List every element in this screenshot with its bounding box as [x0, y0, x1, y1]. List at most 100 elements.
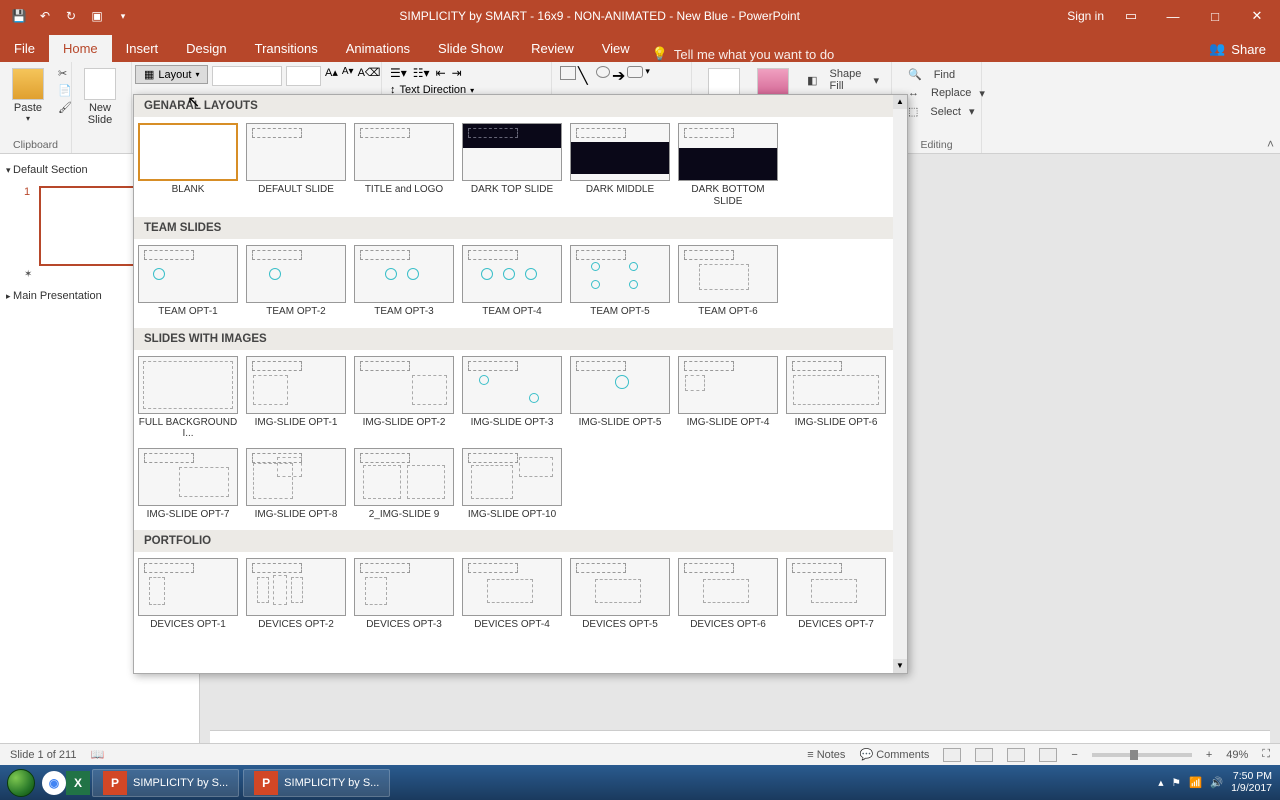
layout-dark-bottom[interactable]: DARK BOTTOM SLIDE — [678, 123, 778, 207]
layout-title-logo[interactable]: TITLE and LOGO — [354, 123, 454, 207]
layout-img-10[interactable]: IMG-SLIDE OPT-10 — [462, 448, 562, 521]
layout-devices-5[interactable]: DEVICES OPT-5 — [570, 558, 670, 631]
shapes-more-icon[interactable]: ▾ — [645, 66, 650, 77]
layout-team-2[interactable]: TEAM OPT-2 — [246, 245, 346, 318]
layout-img-9[interactable]: 2_IMG-SLIDE 9 — [354, 448, 454, 521]
redo-icon[interactable]: ↻ — [62, 9, 80, 23]
shape-oval-icon[interactable] — [596, 66, 610, 78]
layout-dark-top[interactable]: DARK TOP SLIDE — [462, 123, 562, 207]
layout-devices-2[interactable]: DEVICES OPT-2 — [246, 558, 346, 631]
taskbar-clock[interactable]: 7:50 PM 1/9/2017 — [1231, 771, 1272, 794]
layout-img-4[interactable]: IMG-SLIDE OPT-4 — [678, 356, 778, 440]
tab-insert[interactable]: Insert — [112, 35, 173, 62]
tab-design[interactable]: Design — [172, 35, 240, 62]
layout-devices-7[interactable]: DEVICES OPT-7 — [786, 558, 886, 631]
normal-view-button[interactable] — [943, 748, 961, 762]
new-slide-button[interactable]: New Slide — [80, 66, 120, 128]
indent-inc-icon[interactable]: ⇥ — [452, 66, 462, 80]
share-button[interactable]: 👥 Share — [1195, 36, 1280, 62]
layout-img-6[interactable]: IMG-SLIDE OPT-6 — [786, 356, 886, 440]
excel-taskbar-icon[interactable]: X — [66, 771, 90, 795]
spellcheck-icon[interactable]: 📖 — [90, 748, 104, 761]
layout-devices-4[interactable]: DEVICES OPT-4 — [462, 558, 562, 631]
layout-img-7[interactable]: IMG-SLIDE OPT-7 — [138, 448, 238, 521]
font-size-input[interactable] — [286, 66, 321, 86]
save-icon[interactable]: 💾 — [10, 9, 28, 23]
tab-view[interactable]: View — [588, 35, 644, 62]
tab-home[interactable]: Home — [49, 35, 112, 62]
sorter-view-button[interactable] — [975, 748, 993, 762]
close-button[interactable]: ✕ — [1242, 8, 1272, 24]
tab-slideshow[interactable]: Slide Show — [424, 35, 517, 62]
tab-transitions[interactable]: Transitions — [241, 35, 332, 62]
tab-file[interactable]: File — [0, 35, 49, 62]
font-family-input[interactable] — [212, 66, 282, 86]
layout-img-3[interactable]: IMG-SLIDE OPT-3 — [462, 356, 562, 440]
tab-review[interactable]: Review — [517, 35, 588, 62]
slide-counter[interactable]: Slide 1 of 211 — [10, 749, 76, 761]
replace-button[interactable]: ↔Replace▾ — [900, 85, 989, 101]
layout-devices-1[interactable]: DEVICES OPT-1 — [138, 558, 238, 631]
clear-format-icon[interactable]: A⌫ — [358, 66, 381, 86]
shape-fill-button[interactable]: ◧Shape Fill▾ — [799, 66, 883, 94]
layout-dark-middle[interactable]: DARK MIDDLE — [570, 123, 670, 207]
layout-img-1[interactable]: IMG-SLIDE OPT-1 — [246, 356, 346, 440]
ribbon-options-icon[interactable]: ▭ — [1116, 8, 1146, 24]
qat-more-icon[interactable]: ▾ — [114, 11, 132, 22]
shape-rect-icon[interactable] — [560, 66, 576, 80]
layout-team-6[interactable]: TEAM OPT-6 — [678, 245, 778, 318]
fit-to-window-button[interactable]: ⛶ — [1262, 748, 1270, 761]
undo-icon[interactable]: ↶ — [36, 9, 54, 23]
reading-view-button[interactable] — [1007, 748, 1025, 762]
maximize-button[interactable]: □ — [1200, 9, 1230, 24]
tray-flag-icon[interactable]: ⚑ — [1172, 777, 1181, 789]
taskbar-app-2[interactable]: PSIMPLICITY by S... — [243, 769, 390, 797]
comments-toggle[interactable]: 💬 Comments — [859, 748, 929, 761]
layout-devices-6[interactable]: DEVICES OPT-6 — [678, 558, 778, 631]
tab-animations[interactable]: Animations — [332, 35, 424, 62]
layout-full-bg[interactable]: FULL BACKGROUND I... — [138, 356, 238, 440]
increase-font-icon[interactable]: A▴ — [325, 66, 338, 86]
decrease-font-icon[interactable]: A▾ — [342, 66, 354, 86]
tray-volume-icon[interactable]: 🔊 — [1210, 776, 1223, 789]
start-from-beginning-icon[interactable]: ▣ — [88, 9, 106, 23]
layout-team-5[interactable]: TEAM OPT-5 — [570, 245, 670, 318]
layout-img-5[interactable]: IMG-SLIDE OPT-5 — [570, 356, 670, 440]
collapse-ribbon-icon[interactable]: ˄ — [1267, 137, 1274, 151]
taskbar-app-1[interactable]: PSIMPLICITY by S... — [92, 769, 239, 797]
tell-me-search[interactable]: 💡 Tell me what you want to do — [652, 46, 835, 62]
shape-arrow-icon[interactable]: ➔ — [612, 66, 625, 86]
zoom-slider[interactable] — [1092, 753, 1192, 757]
minimize-button[interactable]: — — [1158, 9, 1188, 24]
find-button[interactable]: 🔍Find — [900, 66, 989, 83]
zoom-out-button[interactable]: − — [1071, 749, 1077, 761]
gallery-scrollbar[interactable]: ▲ ▼ — [893, 95, 907, 673]
zoom-in-button[interactable]: + — [1206, 749, 1212, 761]
layout-devices-3[interactable]: DEVICES OPT-3 — [354, 558, 454, 631]
bullets-icon[interactable]: ☰▾ — [390, 66, 407, 80]
shape-rrect-icon[interactable] — [627, 66, 643, 78]
indent-dec-icon[interactable]: ⇤ — [436, 66, 446, 80]
layout-img-2[interactable]: IMG-SLIDE OPT-2 — [354, 356, 454, 440]
zoom-level[interactable]: 49% — [1226, 749, 1248, 761]
start-button[interactable] — [0, 765, 42, 800]
layout-default[interactable]: DEFAULT SLIDE — [246, 123, 346, 207]
system-tray[interactable]: ▴ ⚑ 📶 🔊 7:50 PM 1/9/2017 — [1158, 771, 1280, 794]
paste-button[interactable]: Paste ▾ — [8, 66, 48, 125]
numbering-icon[interactable]: ☷▾ — [413, 66, 430, 80]
tray-network-icon[interactable]: 📶 — [1189, 776, 1202, 789]
scroll-down-icon[interactable]: ▼ — [893, 659, 907, 673]
layout-blank[interactable]: BLANK — [138, 123, 238, 207]
scroll-up-icon[interactable]: ▲ — [893, 95, 907, 109]
notes-toggle[interactable]: ≡ Notes — [807, 749, 845, 761]
layout-team-3[interactable]: TEAM OPT-3 — [354, 245, 454, 318]
shape-line-icon[interactable]: ╲ — [578, 66, 594, 86]
layout-team-1[interactable]: TEAM OPT-1 — [138, 245, 238, 318]
chrome-taskbar-icon[interactable]: ◉ — [42, 771, 66, 795]
layout-team-4[interactable]: TEAM OPT-4 — [462, 245, 562, 318]
select-button[interactable]: ⬚Select▾ — [900, 103, 989, 120]
slideshow-view-button[interactable] — [1039, 748, 1057, 762]
sign-in-link[interactable]: Sign in — [1067, 9, 1104, 23]
layout-dropdown-button[interactable]: ▦ Layout ▾ — [135, 65, 208, 84]
tray-expand-icon[interactable]: ▴ — [1158, 777, 1163, 789]
